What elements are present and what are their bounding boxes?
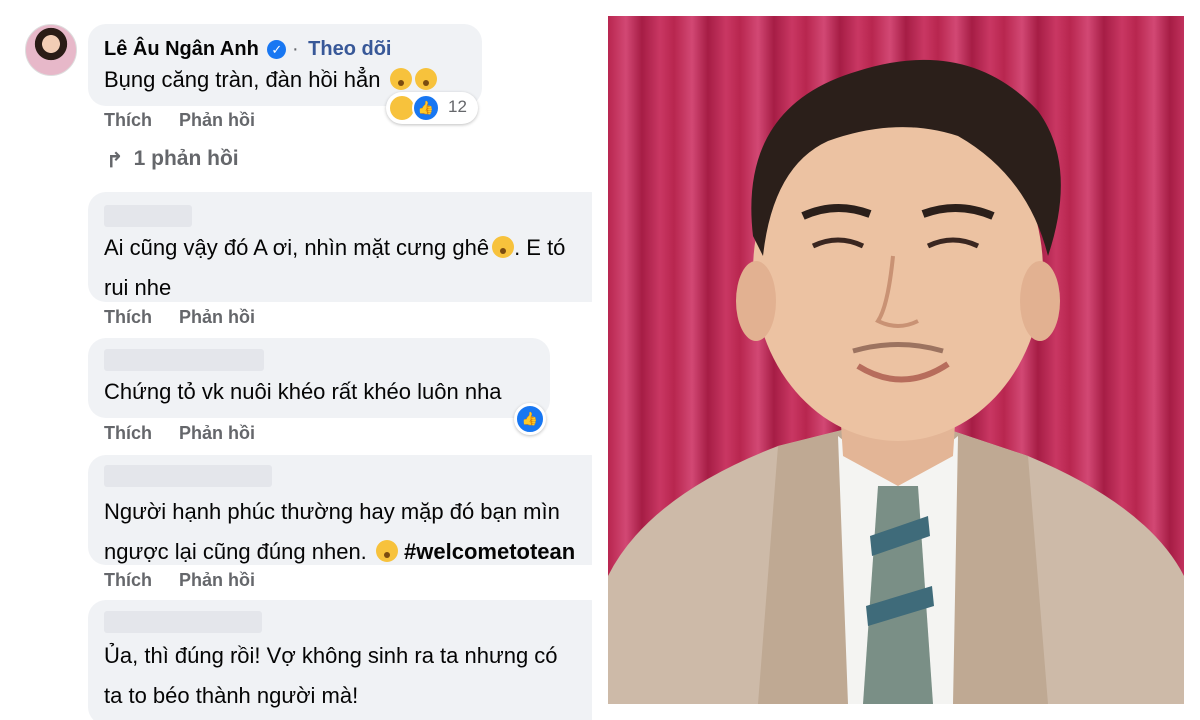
comment-line: . E tó	[514, 235, 566, 260]
follow-button[interactable]: Theo dõi	[308, 38, 391, 60]
separator: ·	[291, 38, 299, 60]
comment-line: Người hạnh phúc thường hay mặp đó bạn mì…	[104, 499, 560, 524]
reply-button[interactable]: Phản hồi	[179, 570, 255, 590]
comment-author[interactable]: Lê Âu Ngân Anh ✓ · Theo dõi	[104, 38, 392, 61]
reply-button[interactable]: Phản hồi	[179, 110, 255, 130]
hashtag-link[interactable]: #welcometotean	[404, 539, 575, 564]
comment-line: Ai cũng vậy đó A ơi, nhìn mặt cưng ghê	[104, 235, 490, 260]
verified-icon: ✓	[267, 40, 287, 59]
reply-button[interactable]: Phản hồi	[179, 423, 255, 443]
comments-panel: Lê Âu Ngân Anh ✓ · Theo dõi Bụng căng tr…	[0, 0, 592, 720]
comment-text: Người hạnh phúc thường hay mặp đó bạn mì…	[104, 492, 575, 572]
replies-label: 1 phản hồi	[133, 147, 239, 170]
avatar[interactable]	[25, 24, 77, 76]
reaction-count: 12	[448, 97, 467, 116]
emoji-icon	[389, 68, 412, 90]
comment-actions: Thích Phản hồi	[104, 307, 277, 328]
comment-actions: Thích Phản hồi	[104, 423, 277, 444]
comment-actions: Thích Phản hồi	[104, 570, 277, 591]
reply-button[interactable]: Phản hồi	[179, 307, 255, 327]
hidden-author-name	[104, 205, 192, 227]
comment-line: Ủa, thì đúng rồi! Vợ không sinh ra ta nh…	[104, 643, 558, 668]
comment-text-main: Bụng căng tràn, đàn hồi hẳn	[104, 60, 437, 100]
hidden-author-name	[104, 611, 262, 633]
comment-line: ngược lại cũng đúng nhen.	[104, 539, 367, 564]
comment-text: Ủa, thì đúng rồi! Vợ không sinh ra ta nh…	[104, 636, 558, 716]
hidden-author-name	[104, 349, 264, 371]
reaction-summary[interactable]: 👍 12	[386, 92, 478, 124]
author-name[interactable]: Lê Âu Ngân Anh	[104, 38, 259, 60]
portrait-illustration	[608, 59, 1184, 704]
like-button[interactable]: Thích	[104, 570, 152, 590]
like-icon: 👍	[412, 94, 440, 122]
comment-line: rui nhe	[104, 275, 172, 300]
like-button[interactable]: Thích	[104, 423, 152, 443]
comment-text: Ai cũng vậy đó A ơi, nhìn mặt cưng ghê . …	[104, 228, 565, 308]
comment-text: Chứng tỏ vk nuôi khéo rất khéo luôn nha	[104, 379, 502, 404]
reply-arrow-icon: ↳	[106, 147, 124, 170]
comment-line: ta to béo thành người mà!	[104, 683, 359, 708]
view-replies-link[interactable]: ↳ 1 phản hồi	[106, 146, 239, 171]
emoji-icon	[375, 540, 398, 562]
portrait-photo	[608, 16, 1184, 704]
comment-text: Bụng căng tràn, đàn hồi hẳn	[104, 67, 381, 92]
like-button[interactable]: Thích	[104, 307, 152, 327]
emoji-icon	[492, 236, 515, 258]
comment-actions: Thích Phản hồi	[104, 110, 277, 131]
emoji-icon	[414, 68, 437, 90]
hidden-author-name	[104, 465, 272, 487]
like-icon[interactable]: 👍	[514, 403, 546, 435]
like-button[interactable]: Thích	[104, 110, 152, 130]
